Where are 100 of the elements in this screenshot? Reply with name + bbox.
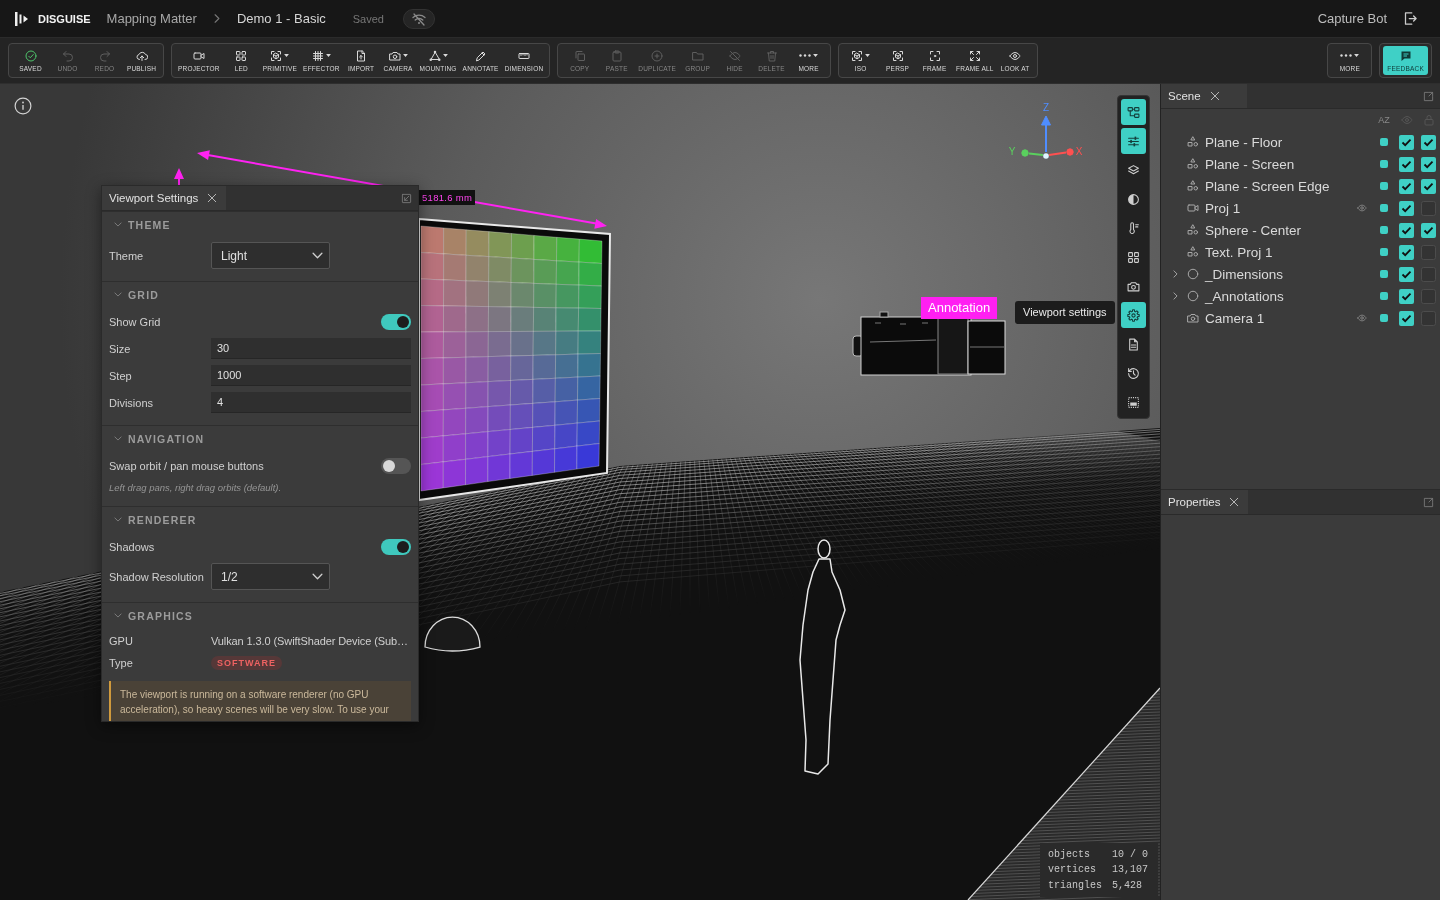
- dome-model: [424, 616, 481, 652]
- chevron-right-icon: [213, 14, 220, 23]
- video-camera-icon: [1187, 202, 1199, 214]
- hash-icon: [311, 49, 324, 62]
- popout-icon[interactable]: [1423, 496, 1434, 508]
- text-input[interactable]: 4: [211, 392, 411, 413]
- breadcrumb-link[interactable]: Mapping Matter: [106, 11, 197, 26]
- tree-item-label[interactable]: Plane - Screen: [1205, 156, 1355, 172]
- toggle-switch[interactable]: [381, 458, 411, 474]
- info-icon[interactable]: [14, 97, 32, 115]
- visibility-checkbox[interactable]: [1399, 222, 1414, 238]
- lock-checkbox[interactable]: [1421, 156, 1436, 172]
- four-squares-icon: [235, 49, 248, 62]
- close-icon[interactable]: [1209, 91, 1220, 101]
- visibility-checkbox[interactable]: [1399, 178, 1414, 194]
- visibility-checkbox[interactable]: [1399, 156, 1414, 172]
- cube-icon: [270, 49, 283, 62]
- thermometer-icon: [1127, 221, 1140, 235]
- hierarchy-tool-button[interactable]: [1121, 99, 1146, 125]
- tree-item-label[interactable]: Camera 1: [1205, 310, 1355, 326]
- toggle-switch[interactable]: [381, 314, 411, 330]
- section-header[interactable]: RENDERER: [102, 507, 418, 532]
- breadcrumb-link[interactable]: Demo 1 - Basic: [236, 11, 326, 26]
- section-header[interactable]: GRAPHICS: [102, 603, 418, 628]
- visibility-checkbox[interactable]: [1399, 244, 1414, 260]
- user-name[interactable]: Capture Bot: [1317, 11, 1387, 26]
- video-camera-icon: [192, 49, 205, 62]
- popout-icon[interactable]: [1423, 90, 1434, 102]
- visibility-checkbox[interactable]: [1399, 266, 1414, 282]
- dimension-marker: [174, 168, 184, 185]
- tree-item-label[interactable]: _Dimensions: [1205, 266, 1355, 282]
- shapes-icon: [1187, 224, 1199, 236]
- section-header[interactable]: THEME: [102, 212, 418, 237]
- section-header[interactable]: NAVIGATION: [102, 426, 418, 451]
- lock-checkbox[interactable]: [1421, 244, 1436, 260]
- close-icon[interactable]: [207, 193, 218, 203]
- camera-icon: [388, 49, 401, 62]
- tree-item-label[interactable]: Plane - Floor: [1205, 134, 1355, 150]
- warning-message: The viewport is running on a software renderer (no GPU acceleration), so heavy scenes will be very slow. To use your: [109, 681, 411, 721]
- document-icon: [1127, 337, 1140, 351]
- chevron-right-icon[interactable]: [1172, 270, 1178, 278]
- visibility-checkbox[interactable]: [1399, 134, 1414, 150]
- visibility-checkbox[interactable]: [1399, 200, 1414, 216]
- lock-checkbox[interactable]: [1421, 288, 1436, 304]
- color-tag-icon: [1380, 292, 1388, 300]
- dock-icon[interactable]: [401, 192, 412, 204]
- section-header[interactable]: GRID: [102, 282, 418, 307]
- panel-tab[interactable]: Viewport Settings: [102, 186, 227, 210]
- lock-checkbox[interactable]: [1421, 266, 1436, 282]
- dropdown[interactable]: 1/2: [211, 563, 330, 590]
- color-tag-icon: [1380, 204, 1388, 212]
- lock-checkbox[interactable]: [1421, 310, 1436, 326]
- tree-item-label[interactable]: Text. Proj 1: [1205, 244, 1355, 260]
- gear-icon: [1127, 308, 1140, 322]
- stat-label: triangles: [1048, 878, 1103, 893]
- chevron-right-icon[interactable]: [1172, 292, 1178, 300]
- lock-checkbox[interactable]: [1421, 178, 1436, 194]
- triangle-nodes-icon: [428, 49, 441, 62]
- color-tag-icon: [1380, 182, 1388, 190]
- shapes-icon: [1187, 158, 1199, 170]
- dots-icon: [799, 54, 812, 57]
- color-tag-icon: [1380, 314, 1388, 322]
- lock-checkbox[interactable]: [1421, 134, 1436, 150]
- sliders-tool-button[interactable]: [1121, 128, 1146, 154]
- chevron-down-icon: [312, 573, 323, 580]
- tree-item-label[interactable]: _Annotations: [1205, 288, 1355, 304]
- history-icon: [1127, 366, 1140, 380]
- dropdown[interactable]: Light: [211, 242, 330, 269]
- setting-label: Step: [109, 369, 133, 382]
- setting-label: Size: [109, 342, 132, 355]
- dimension-label: 5181.6 mm: [419, 190, 476, 205]
- visibility-checkbox[interactable]: [1399, 288, 1414, 304]
- stat-value: 13,107: [1112, 863, 1149, 878]
- chevron-down-icon: [312, 252, 323, 259]
- tooltip: Viewport settings: [1015, 301, 1115, 324]
- visibility-checkbox[interactable]: [1399, 310, 1414, 326]
- gizmo-origin-icon[interactable]: [1043, 153, 1049, 159]
- close-icon[interactable]: [1229, 497, 1240, 507]
- logout-icon[interactable]: [1403, 11, 1418, 26]
- circle-icon: [1187, 268, 1199, 280]
- shapes-icon: [1187, 246, 1199, 258]
- check-circle-icon: [24, 49, 37, 62]
- logo-icon: [15, 11, 28, 26]
- axis-arrow[interactable]: [1021, 149, 1044, 157]
- color-tag-icon: [1380, 160, 1388, 168]
- toggle-switch[interactable]: [381, 539, 411, 555]
- eye-icon: [1009, 49, 1022, 62]
- lock-checkbox[interactable]: [1421, 200, 1436, 216]
- tree-item-label[interactable]: Sphere - Center: [1205, 222, 1355, 238]
- text-input[interactable]: 1000: [211, 365, 411, 386]
- lock-checkbox[interactable]: [1421, 222, 1436, 238]
- save-status: Saved: [352, 12, 384, 25]
- gear-tool-button[interactable]: [1121, 302, 1146, 328]
- axis-label: X: [1075, 145, 1083, 157]
- panel-tab[interactable]: Properties: [1161, 490, 1249, 514]
- tree-item-label[interactable]: Proj 1: [1205, 200, 1355, 216]
- panel-tab[interactable]: Scene: [1161, 84, 1247, 108]
- text-input[interactable]: 30: [211, 338, 411, 359]
- tree-item-label[interactable]: Plane - Screen Edge: [1205, 178, 1355, 194]
- circle-icon: [1187, 290, 1199, 302]
